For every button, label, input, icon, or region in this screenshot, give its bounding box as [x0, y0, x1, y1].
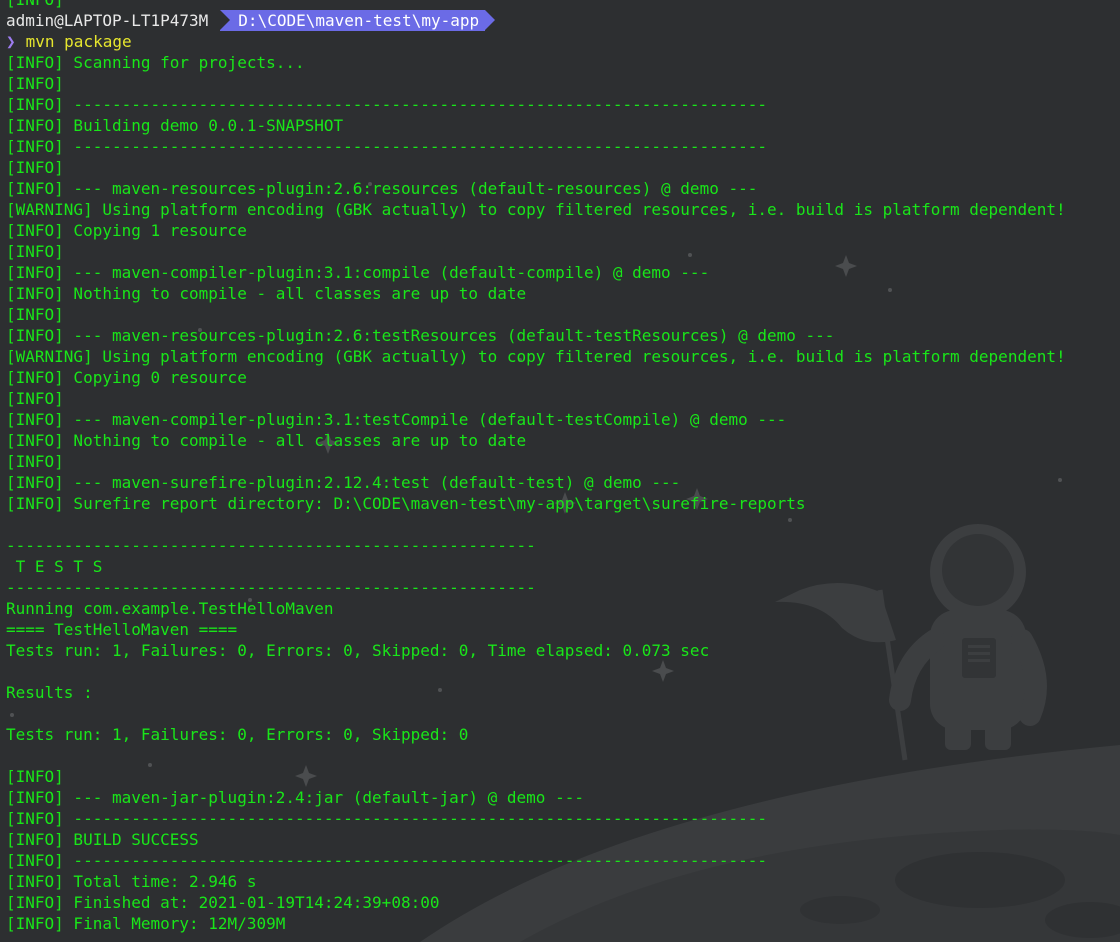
output-line: [INFO] ---------------------------------… [6, 809, 767, 828]
output-line: [WARNING] Using platform encoding (GBK a… [6, 200, 1066, 219]
output-lines: [INFO] Scanning for projects... [INFO] [IN… [6, 52, 1120, 934]
output-line: [INFO] ---------------------------------… [6, 851, 767, 870]
output-line: [INFO] --- maven-compiler-plugin:3.1:com… [6, 263, 710, 282]
output-line: [INFO] --- maven-jar-plugin:2.4:jar (def… [6, 788, 584, 807]
output-line: [INFO] Total time: 2.946 s [6, 872, 257, 891]
prompt-chevron-icon: ❯ [6, 32, 16, 51]
output-line: [INFO] Copying 1 resource [6, 221, 247, 240]
output-line: ==== TestHelloMaven ==== [6, 620, 238, 639]
command-text[interactable]: mvn package [26, 31, 132, 52]
output-line: [INFO] [6, 767, 64, 786]
output-line: Results : [6, 683, 93, 702]
terminal-output[interactable]: [INFO] admin@LAPTOP-LT1P473M D:\CODE\mav… [6, 0, 1120, 934]
output-line: Running com.example.TestHelloMaven [6, 599, 334, 618]
output-line: [INFO] Scanning for projects... [6, 53, 305, 72]
output-line: [INFO] [6, 74, 64, 93]
output-line: [INFO] --- maven-resources-plugin:2.6:te… [6, 326, 835, 345]
output-line: [INFO] --- maven-surefire-plugin:2.12.4:… [6, 473, 681, 492]
output-line: [INFO] [6, 305, 64, 324]
output-line: [WARNING] Using platform encoding (GBK a… [6, 347, 1066, 366]
output-line: [INFO] [6, 242, 64, 261]
output-line: ----------------------------------------… [6, 578, 536, 597]
output-line: T E S T S [6, 557, 103, 576]
prompt-path: D:\CODE\maven-test\my-app [220, 10, 495, 31]
terminal-window[interactable]: [INFO] admin@LAPTOP-LT1P473M D:\CODE\mav… [0, 0, 1120, 942]
output-line: [INFO] Nothing to compile - all classes … [6, 431, 527, 450]
output-line: [INFO] ---------------------------------… [6, 95, 767, 114]
command-line[interactable]: ❯ mvn package [6, 31, 1120, 52]
output-line: [INFO] Building demo 0.0.1-SNAPSHOT [6, 116, 344, 135]
output-line: [INFO] BUILD SUCCESS [6, 830, 199, 849]
output-line: [INFO] Final Memory: 12M/309M [6, 914, 286, 933]
output-line: [INFO] Finished at: 2021-01-19T14:24:39+… [6, 893, 440, 912]
output-line: [INFO] Copying 0 resource [6, 368, 247, 387]
output-line: [INFO] [6, 0, 1120, 10]
output-line: Tests run: 1, Failures: 0, Errors: 0, Sk… [6, 725, 469, 744]
output-line: [INFO] [6, 389, 64, 408]
output-line: [INFO] Surefire report directory: D:\COD… [6, 494, 806, 513]
output-line: [INFO] --- maven-compiler-plugin:3.1:tes… [6, 410, 787, 429]
output-line: [INFO] [6, 158, 64, 177]
output-line: Tests run: 1, Failures: 0, Errors: 0, Sk… [6, 641, 710, 660]
output-line: [INFO] --- maven-resources-plugin:2.6:re… [6, 179, 758, 198]
output-line: [INFO] Nothing to compile - all classes … [6, 284, 527, 303]
prompt-user-host: admin@LAPTOP-LT1P473M [6, 11, 209, 30]
output-line: [INFO] [6, 452, 64, 471]
output-line: ----------------------------------------… [6, 536, 536, 555]
prompt-bar: admin@LAPTOP-LT1P473M D:\CODE\maven-test… [6, 10, 1120, 31]
output-line: [INFO] ---------------------------------… [6, 137, 767, 156]
